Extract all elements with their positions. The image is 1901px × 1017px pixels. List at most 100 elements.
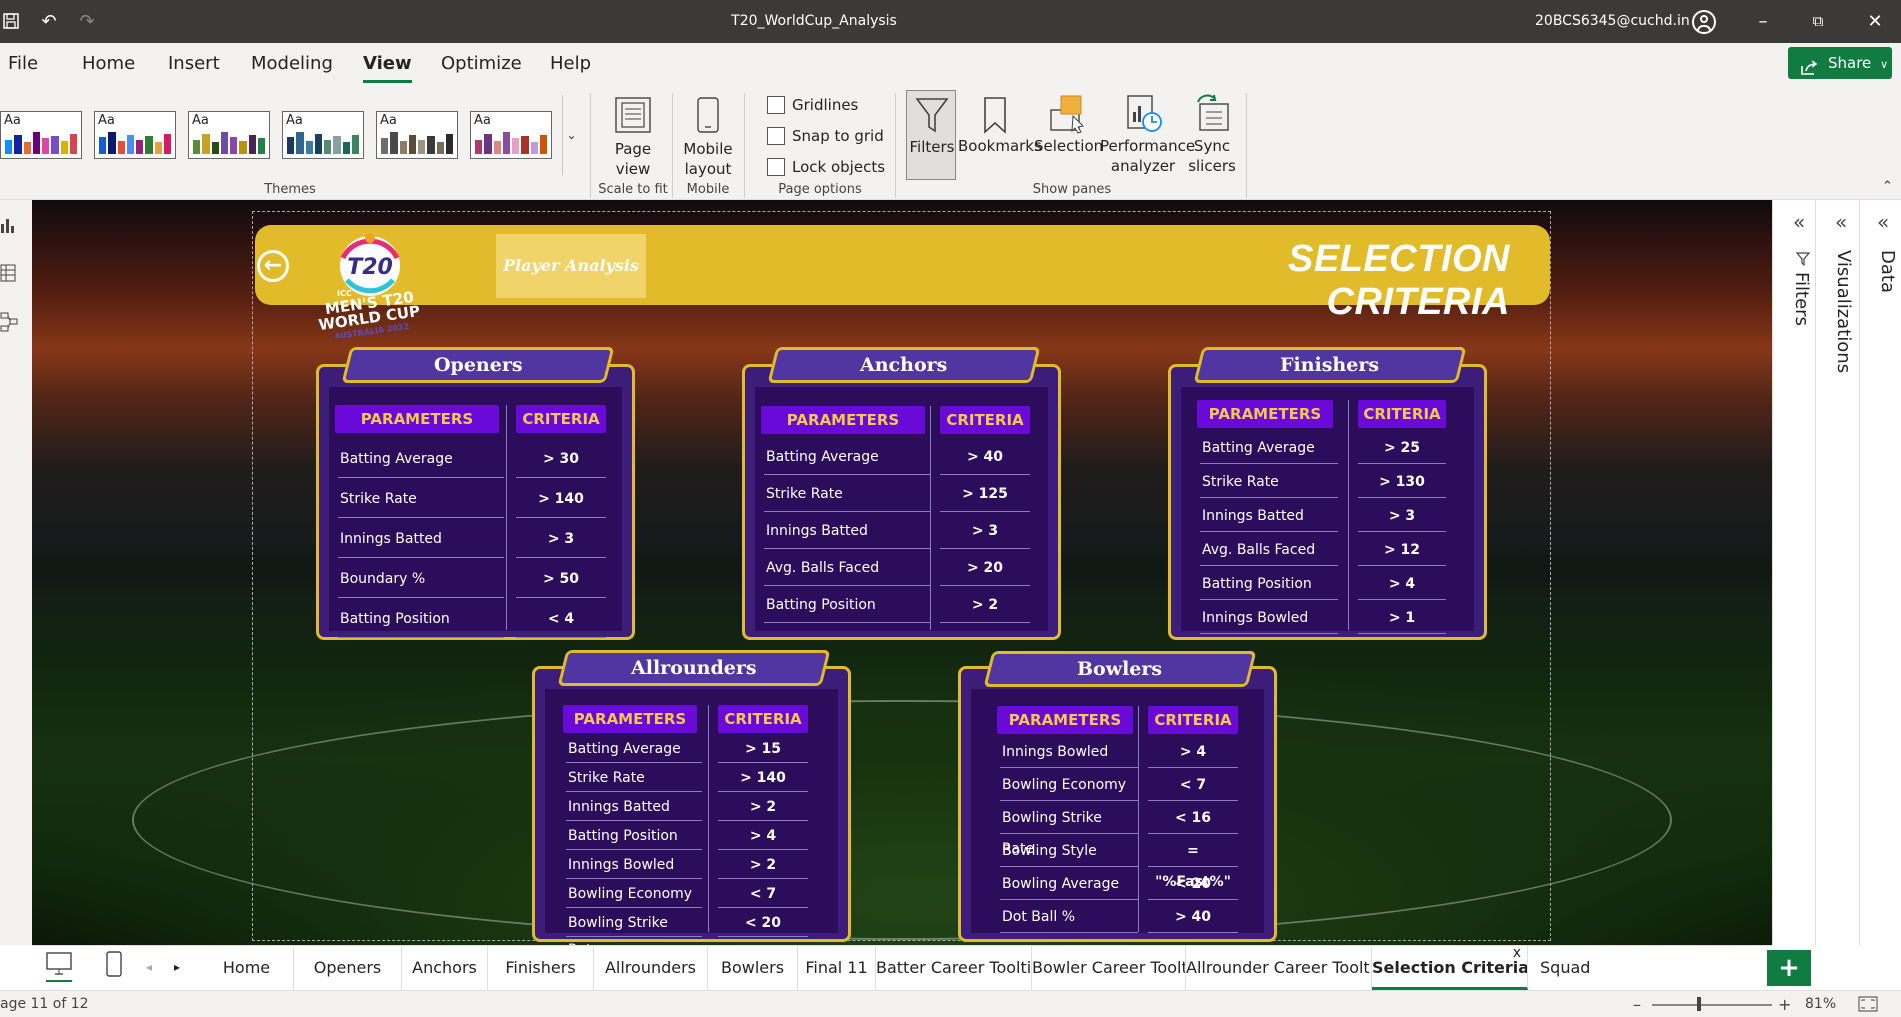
page-tab-home[interactable]: Home bbox=[200, 945, 294, 990]
add-page-button[interactable]: + bbox=[1767, 950, 1811, 986]
page-tab-openers[interactable]: Openers bbox=[294, 945, 402, 990]
page-tab-label: Allrounders bbox=[604, 958, 697, 977]
filters-pane-button[interactable]: Filters bbox=[906, 90, 956, 180]
parameter-cell: Dot Ball % bbox=[1000, 902, 1138, 933]
mobile-view-icon[interactable] bbox=[106, 951, 122, 977]
page-tab-label: Home bbox=[222, 958, 271, 977]
snap-to-grid-checkbox[interactable] bbox=[767, 127, 785, 145]
page-tab-allrounder-career-tooltip[interactable]: Allrounder Career Tooltip bbox=[1186, 945, 1372, 990]
theme-swatch-6[interactable]: Aa bbox=[470, 111, 552, 159]
window-title: T20_WorldCup_Analysis bbox=[731, 13, 897, 29]
ribbon-divider bbox=[1246, 93, 1247, 198]
parameters-header: PARAMETERS bbox=[1197, 400, 1333, 428]
panel-title-text: Anchors bbox=[860, 354, 948, 376]
zoom-slider[interactable] bbox=[1652, 1004, 1772, 1006]
menu-help[interactable]: Help bbox=[550, 43, 591, 85]
criteria-cell: > 125 bbox=[940, 477, 1030, 512]
data-collapse-icon[interactable]: « bbox=[1877, 210, 1889, 234]
parameter-cell: Bowling Economy bbox=[1000, 770, 1138, 801]
close-tab-icon[interactable]: x bbox=[1513, 945, 1521, 976]
theme-swatch-3[interactable]: Aa bbox=[188, 111, 270, 159]
filters-pane-tab[interactable]: Filters bbox=[1791, 272, 1812, 326]
page-view-button[interactable]: Page view bbox=[600, 93, 666, 183]
undo-icon[interactable]: ↶ bbox=[36, 0, 62, 43]
parameter-cell: Batting Position bbox=[764, 588, 930, 623]
parameter-cell: Strike Rate bbox=[338, 480, 504, 518]
theme-swatch-5[interactable]: Aa bbox=[376, 111, 458, 159]
tabs-prev-icon[interactable]: ◂ bbox=[146, 945, 152, 990]
visualizations-pane-tab[interactable]: Visualizations bbox=[1833, 250, 1854, 373]
menu-modeling[interactable]: Modeling bbox=[251, 43, 333, 85]
fit-to-page-icon[interactable] bbox=[1858, 996, 1878, 1012]
page-tab-batter-career-tooltip[interactable]: Batter Career Tooltip bbox=[876, 945, 1032, 990]
page-tab-allrounders[interactable]: Allrounders bbox=[594, 945, 708, 990]
menu-home[interactable]: Home bbox=[82, 43, 135, 85]
snap-to-grid-label: Snap to grid bbox=[792, 127, 884, 145]
back-arrow-icon[interactable]: ← bbox=[257, 250, 289, 282]
collapse-ribbon-icon[interactable]: ⌃ bbox=[1882, 179, 1893, 194]
selection-pane-button[interactable]: Selection bbox=[1034, 90, 1103, 180]
parameters-header: PARAMETERS bbox=[563, 705, 697, 733]
page-tab-label: Batter Career Tooltip bbox=[876, 958, 1032, 977]
criteria-header: CRITERIA bbox=[1148, 706, 1238, 734]
theme-swatch-4[interactable]: Aa bbox=[282, 111, 364, 159]
user-avatar-icon[interactable] bbox=[1692, 10, 1716, 34]
theme-swatch-1[interactable]: Aa bbox=[0, 111, 82, 159]
data-pane-tab[interactable]: Data bbox=[1877, 250, 1898, 293]
criteria-cell: > 140 bbox=[718, 765, 808, 792]
openers-panel-title: Openers bbox=[341, 347, 615, 383]
theme-swatch-2[interactable]: Aa bbox=[94, 111, 176, 159]
themes-group-label: Themes bbox=[264, 182, 316, 197]
menu-view[interactable]: View bbox=[363, 43, 412, 85]
parameters-header: PARAMETERS bbox=[997, 706, 1133, 734]
menu-insert[interactable]: Insert bbox=[168, 43, 220, 85]
mobile-layout-label: Mobile layout bbox=[683, 140, 733, 178]
mobile-layout-button[interactable]: Mobile layout bbox=[680, 93, 736, 183]
zoom-in-icon[interactable]: + bbox=[1778, 991, 1791, 1017]
report-view-icon[interactable] bbox=[0, 216, 16, 234]
column-divider bbox=[708, 705, 709, 932]
bookmarks-pane-button[interactable]: Bookmarks bbox=[958, 90, 1042, 180]
parameter-cell: Bowling Style bbox=[1000, 836, 1138, 867]
redo-icon[interactable]: ↷ bbox=[74, 0, 100, 43]
ribbon-divider bbox=[590, 93, 591, 198]
parameter-cell: Boundary % bbox=[338, 560, 504, 598]
criteria-cell: > 40 bbox=[940, 440, 1030, 475]
page-tab-final-11[interactable]: Final 11 bbox=[798, 945, 876, 990]
page-tab-finishers[interactable]: Finishers bbox=[488, 945, 594, 990]
gridlines-checkbox[interactable] bbox=[767, 96, 785, 114]
finishers-panel-title: Finishers bbox=[1193, 347, 1467, 383]
restore-icon[interactable]: ⧉ bbox=[1803, 0, 1833, 43]
desktop-view-icon[interactable] bbox=[46, 952, 72, 976]
criteria-cell: > 1 bbox=[1358, 602, 1446, 634]
page-tab-anchors[interactable]: Anchors bbox=[402, 945, 488, 990]
performance-analyzer-button[interactable]: Performance analyzer bbox=[1100, 90, 1195, 180]
sync-slicers-button[interactable]: Sync slicers bbox=[1186, 90, 1238, 180]
visualizations-collapse-icon[interactable]: « bbox=[1835, 210, 1847, 234]
lock-objects-checkbox[interactable] bbox=[767, 158, 785, 176]
page-tab-squad[interactable]: Squad bbox=[1528, 945, 1598, 990]
page-tab-bowler-career-tooltip[interactable]: Bowler Career Tooltip bbox=[1032, 945, 1186, 990]
close-icon[interactable]: ✕ bbox=[1860, 0, 1890, 43]
tabs-next-icon[interactable]: ▸ bbox=[174, 945, 180, 990]
player-analysis-button[interactable]: Player Analysis bbox=[496, 234, 646, 298]
model-view-icon[interactable] bbox=[0, 312, 18, 332]
page-tab-selection-criteria[interactable]: Selection Criteria x bbox=[1372, 945, 1528, 990]
filters-collapse-icon[interactable]: « bbox=[1793, 210, 1805, 234]
menu-optimize[interactable]: Optimize bbox=[441, 43, 522, 85]
zoom-slider-thumb[interactable] bbox=[1697, 997, 1701, 1011]
parameter-cell: Innings Batted bbox=[1200, 500, 1338, 532]
page-tab-bowlers[interactable]: Bowlers bbox=[708, 945, 798, 990]
save-icon[interactable] bbox=[0, 0, 22, 45]
share-button[interactable]: Share ∨ bbox=[1788, 47, 1892, 79]
themes-expand-icon[interactable]: ⌄ bbox=[562, 95, 580, 175]
parameter-cell: Strike Rate bbox=[566, 765, 702, 792]
table-view-icon[interactable] bbox=[0, 264, 16, 282]
zoom-out-icon[interactable]: – bbox=[1633, 991, 1641, 1017]
minimize-icon[interactable]: – bbox=[1748, 0, 1778, 43]
column-divider bbox=[930, 406, 931, 630]
parameter-cell: Batting Average bbox=[764, 440, 930, 475]
criteria-header: CRITERIA bbox=[516, 405, 606, 433]
menu-file[interactable]: File bbox=[8, 43, 38, 85]
parameter-cell: Batting Position bbox=[1200, 568, 1338, 600]
